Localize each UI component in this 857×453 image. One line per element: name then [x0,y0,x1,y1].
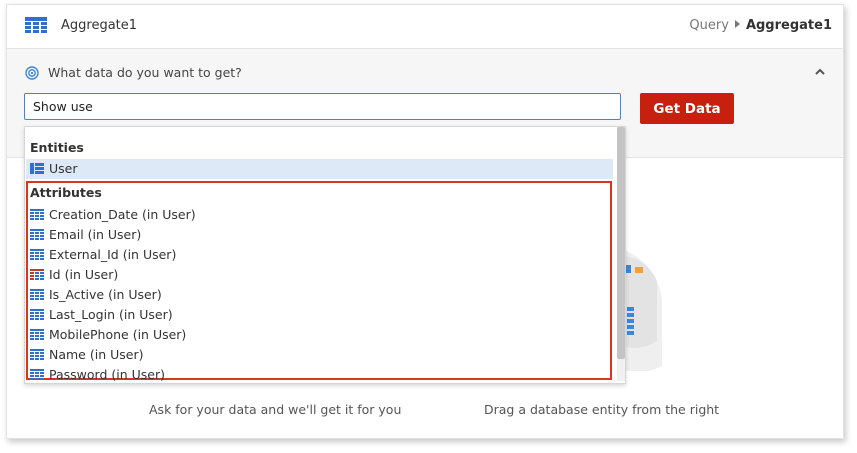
suggestions-dropdown: Entities User Attributes Creation_Date (… [24,126,626,384]
attribute-option-last-login[interactable]: Last_Login (in User) [26,305,613,325]
attribute-option-label: Password (in User) [49,367,165,382]
entity-option-user[interactable]: User [26,159,613,179]
attribute-option-name[interactable]: Name (in User) [26,345,613,365]
attribute-icon [30,289,44,300]
attribute-option-label: External_Id (in User) [49,247,177,262]
attribute-option-label: Creation_Date (in User) [49,207,196,222]
attribute-option-external-id[interactable]: External_Id (in User) [26,245,613,265]
attribute-icon [30,209,44,220]
query-prompt-label: What data do you want to get? [48,65,242,80]
editor-header: Aggregate1 Query Aggregate1 [7,5,843,49]
breadcrumb-separator-icon [734,20,740,28]
attribute-option-mobilephone[interactable]: MobilePhone (in User) [26,325,613,345]
breadcrumb-current: Aggregate1 [745,18,832,33]
attribute-icon [30,329,44,340]
attribute-icon [30,229,44,240]
attributes-section-heading: Attributes [30,185,102,200]
attribute-option-label: Id (in User) [49,267,119,282]
attribute-option-label: Last_Login (in User) [49,307,173,322]
empty-state-left-hint: Ask for your data and we'll get it for y… [149,402,402,417]
breadcrumb-query-link[interactable]: Query [689,18,729,33]
breadcrumb: Query Aggregate1 [689,18,832,33]
attribute-option-is-active[interactable]: Is_Active (in User) [26,285,613,305]
attribute-option-label: Name (in User) [49,347,144,362]
page-title: Aggregate1 [61,18,138,33]
attribute-icon [30,349,44,360]
aggregate-editor-window: Aggregate1 Query Aggregate1 What data do … [6,4,844,439]
grid-table-icon [25,17,47,33]
entity-icon [30,163,44,174]
entities-section-heading: Entities [30,140,84,155]
attribute-icon [30,309,44,320]
attribute-icon [30,249,44,260]
data-query-input[interactable] [24,93,621,120]
target-icon [25,66,39,80]
attribute-option-creation-date[interactable]: Creation_Date (in User) [26,205,613,225]
attribute-icon [30,369,44,380]
dropdown-scrollbar[interactable] [617,127,625,381]
attribute-option-email[interactable]: Email (in User) [26,225,613,245]
empty-state-right-hint: Drag a database entity from the right [484,402,720,417]
key-attribute-icon [30,269,44,280]
attribute-option-id[interactable]: Id (in User) [26,265,613,285]
chevron-up-icon[interactable] [815,68,825,75]
attribute-option-label: Is_Active (in User) [49,287,162,302]
attribute-option-password[interactable]: Password (in User) [26,365,613,383]
get-data-button[interactable]: Get Data [640,93,734,124]
entity-option-label: User [49,161,78,176]
attribute-option-label: Email (in User) [49,227,142,242]
dropdown-scroll-thumb[interactable] [617,127,625,359]
attribute-option-label: MobilePhone (in User) [49,327,187,342]
